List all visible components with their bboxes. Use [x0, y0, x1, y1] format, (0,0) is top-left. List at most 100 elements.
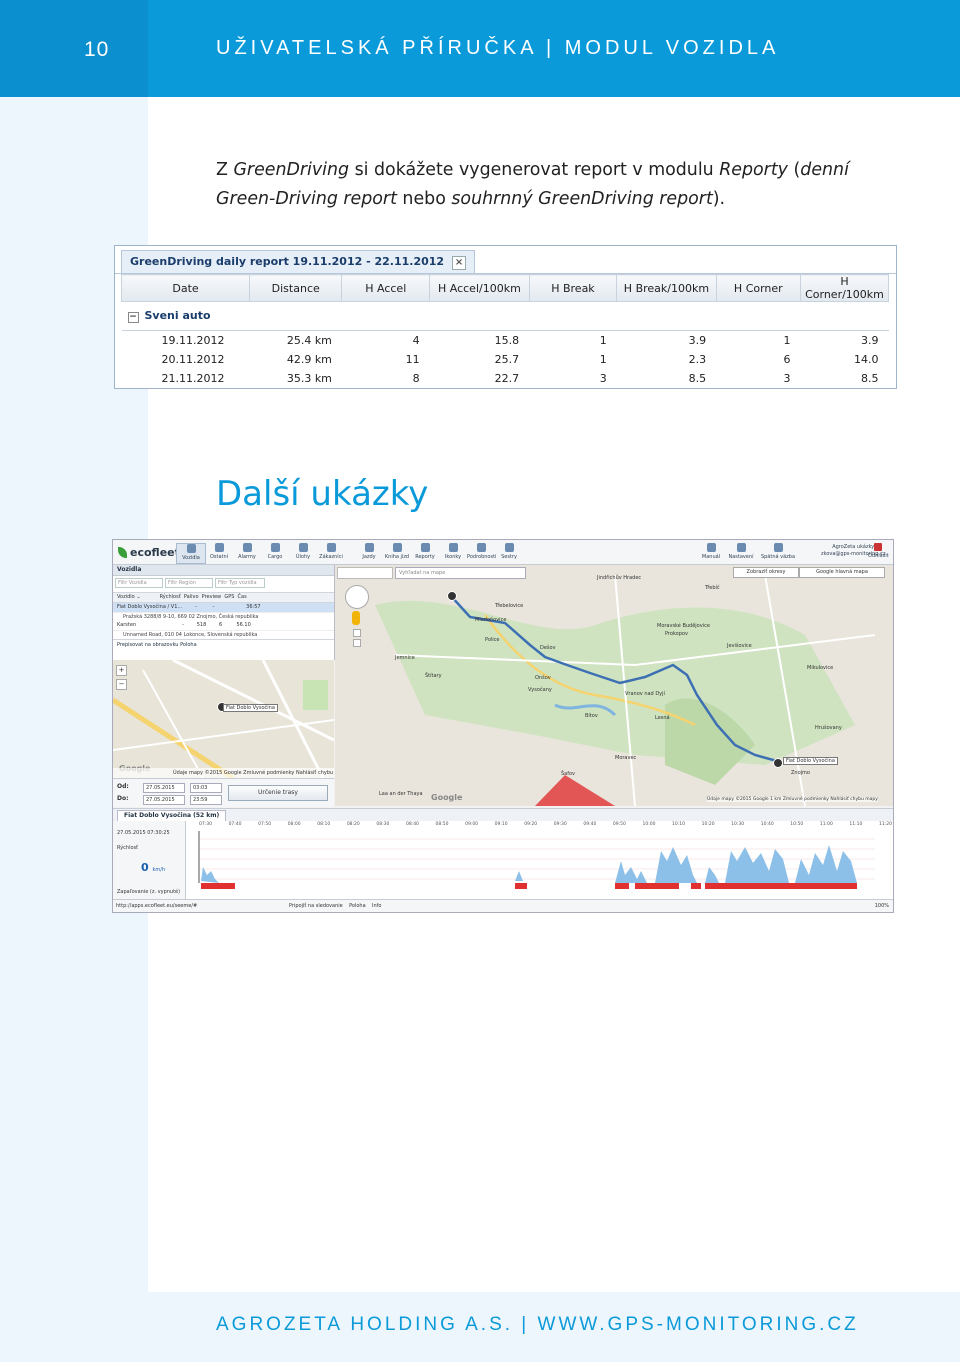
- timeline-tick: 11:10: [849, 822, 863, 827]
- map-search-input[interactable]: Vyhľadat na mape: [395, 567, 526, 579]
- report-tab[interactable]: GreenDriving daily report 19.11.2012 - 2…: [121, 250, 476, 273]
- filter-type-input[interactable]: Filtr Typ vozidla: [215, 578, 265, 588]
- route-start-marker-icon[interactable]: [447, 591, 457, 601]
- do-time-input[interactable]: 23:59: [190, 795, 222, 805]
- toolbar-alarmy[interactable]: Alarmy: [233, 543, 261, 560]
- map-tools[interactable]: [337, 567, 393, 579]
- accel-cell: 4: [412, 334, 420, 347]
- toolbar-feedback[interactable]: Spätná väzba: [758, 543, 798, 560]
- map-type-select[interactable]: Google hlavná mapa: [799, 567, 885, 578]
- column-header[interactable]: Date: [120, 274, 251, 302]
- track-tab-bar: Fiat Doblo Vysočina (52 km): [113, 808, 893, 822]
- vehicle-row[interactable]: Karsten - 518 6 56.10: [113, 621, 334, 631]
- objects-icon: [214, 543, 224, 552]
- details-icon: [476, 543, 486, 552]
- column-header[interactable]: H Break/100km: [616, 274, 717, 302]
- filter-vehicle-input[interactable]: Filtr Vozidla: [115, 578, 163, 588]
- toolbar-zakaznici[interactable]: Zákazníci: [317, 543, 345, 560]
- collapse-icon[interactable]: −: [127, 312, 139, 323]
- break-cell: 1: [599, 334, 607, 347]
- show-districts-button[interactable]: Zobraziť okresy: [733, 567, 799, 578]
- street-minimap[interactable]: +− Fiat Doblo Vysočina Google Údaje mapy…: [113, 660, 334, 778]
- filter-region-input[interactable]: Filtr Región: [165, 578, 213, 588]
- status-items[interactable]: Pripojiť na sledovanie Poloha Info: [289, 900, 381, 912]
- toolbar-ikonky[interactable]: Ikonky: [439, 543, 467, 560]
- vehicles-panel: Vozidla Filtr Vozidla Filtr Región Filtr…: [113, 565, 335, 660]
- route-button[interactable]: Určenie trasy: [228, 785, 328, 801]
- page-header: 10 UŽIVATELSKÁ PŘÍRUČKA | MODUL VOZIDLA: [0, 0, 960, 97]
- street-view-pegman-icon[interactable]: [352, 611, 360, 625]
- map-town: Vysočany: [528, 687, 552, 693]
- column-header[interactable]: H Break: [528, 274, 618, 302]
- report-header-row: Date Distance H Accel H Accel/100km H Br…: [120, 274, 889, 302]
- toolbar-reporty[interactable]: Reporty: [411, 543, 439, 560]
- vehicle-row[interactable]: Fiat Doblo Vysočina / V1... - - 36:57: [113, 603, 334, 613]
- column-header[interactable]: H Corner/100km: [800, 274, 889, 302]
- toolbar-jazdy[interactable]: Jazdy: [355, 543, 383, 560]
- toolbar-label: Alarmy: [238, 554, 256, 560]
- reports-icon: [420, 543, 430, 552]
- column-header[interactable]: Distance: [249, 274, 343, 302]
- accel-per-100km-cell: 25.7: [494, 353, 520, 366]
- intro-term: GreenDriving: [233, 160, 350, 180]
- do-label: Do:: [117, 795, 129, 802]
- zoom-out-button[interactable]: −: [116, 679, 127, 690]
- corner-per-100km-cell: 3.9: [861, 334, 879, 347]
- zoom-slider[interactable]: [353, 629, 361, 739]
- toolbar-nastaveni[interactable]: Nastavení: [726, 543, 756, 560]
- distance-cell: 25.4 km: [286, 334, 332, 347]
- map-town: Jevišovice: [727, 643, 752, 649]
- timeline-tick: 08:00: [287, 822, 301, 827]
- route-end-marker-icon[interactable]: [773, 758, 783, 768]
- toolbar-sestry[interactable]: Sestry: [495, 543, 523, 560]
- speed-timeline[interactable]: 27.05.2015 07:30:25 Rýchlosť 0 km/h Zapa…: [113, 821, 893, 899]
- timeline-tick: 08:30: [376, 822, 390, 827]
- toolbar-label: Spätná väzba: [760, 554, 796, 560]
- toolbar-ostatni[interactable]: Ostatní: [205, 543, 233, 560]
- column-header[interactable]: H Accel: [341, 274, 431, 302]
- app-toolbar: ecofleet Vozidla Ostatní Alarmy Cargo Úl…: [113, 540, 893, 565]
- toolbar-ulohy[interactable]: Úlohy: [289, 543, 317, 560]
- panel-bottom-link[interactable]: Prepisovat na obrazovku Poloha: [113, 639, 334, 650]
- column-header[interactable]: H Corner: [715, 274, 802, 302]
- vehicle-list-header[interactable]: Vozidlo ⌄ Rýchlosť Palivo Preview GPS Ča…: [113, 592, 334, 603]
- status-zoom[interactable]: 100%: [875, 900, 889, 912]
- timeline-tick: 07:40: [228, 822, 242, 827]
- intro-text: Z: [216, 160, 234, 180]
- map-town: Znojmo: [791, 770, 810, 776]
- toolbar-label: Sestry: [501, 554, 517, 560]
- logbook-icon: [392, 543, 402, 552]
- od-time-input[interactable]: 03:03: [190, 783, 222, 793]
- table-row: 20.11.2012 42.9 km 11 25.7 1 2.3 6 14.0: [122, 350, 889, 369]
- timeline-tick: 11:00: [819, 822, 833, 827]
- do-date-input[interactable]: 27.05.2015: [143, 795, 185, 805]
- pan-control-icon[interactable]: [345, 585, 369, 609]
- toolbar-cargo[interactable]: Cargo: [261, 543, 289, 560]
- feedback-icon: [773, 543, 783, 552]
- zoom-out-icon[interactable]: [353, 639, 361, 647]
- od-date-input[interactable]: 27.05.2015: [143, 783, 185, 793]
- table-row: 19.11.2012 25.4 km 4 15.8 1 3.9 1 3.9: [122, 331, 889, 351]
- map-town: Jemnice: [395, 655, 415, 661]
- toolbar-vozidla[interactable]: Vozidla: [176, 543, 206, 564]
- route-map[interactable]: Vyhľadat na mape Zobraziť okresy Google …: [335, 565, 893, 806]
- toolbar-manual[interactable]: Manuál: [696, 543, 726, 560]
- close-icon[interactable]: ×: [452, 256, 467, 270]
- timeline-tick: 09:30: [553, 822, 567, 827]
- toolbar-podrobnosti[interactable]: Podrobnosti: [467, 543, 496, 560]
- page-number-box: 10: [0, 0, 148, 97]
- table-row: 21.11.2012 35.3 km 8 22.7 3 8.5 3 8.5: [122, 369, 889, 388]
- zoom-in-icon[interactable]: [353, 629, 361, 637]
- logo-text: ecofleet: [130, 545, 180, 559]
- map-town: Moravec: [615, 755, 637, 761]
- map-attribution: Údaje mapy ©2015 Google 1 km Zmluvné pod…: [707, 797, 878, 802]
- timeline-tick: 09:10: [494, 822, 508, 827]
- column-header[interactable]: H Accel/100km: [429, 274, 530, 302]
- toolbar-kniha-jizd[interactable]: Kniha jízd: [383, 543, 411, 560]
- logout-button[interactable]: Odhlásit: [868, 543, 889, 559]
- group-row[interactable]: − Sveni auto: [121, 301, 889, 331]
- corner-cell: 3: [783, 372, 791, 385]
- ignition-status: Zapaľovanie (z. vypnuté): [117, 889, 181, 895]
- zoom-in-button[interactable]: +: [116, 665, 127, 676]
- map-town: Hrušovany: [815, 725, 842, 731]
